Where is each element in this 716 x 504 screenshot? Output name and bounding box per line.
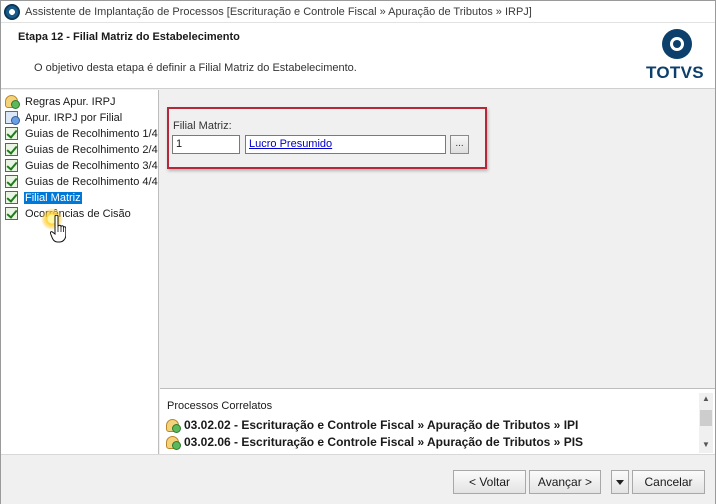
window-title: Assistente de Implantação de Processos [… (25, 5, 532, 18)
wizard-window: Assistente de Implantação de Processos [… (0, 0, 716, 504)
checkbox-checked-icon (5, 143, 18, 156)
scroll-up-icon[interactable]: ▲ (699, 393, 713, 405)
process-check-icon (166, 418, 181, 433)
totvs-logo-text: TOTVS (646, 63, 704, 82)
related-process-text: 03.02.02 - Escrituração e Controle Fisca… (184, 418, 579, 432)
tree-item-label: Guias de Recolhimento 2/4 (25, 143, 158, 156)
scroll-thumb[interactable] (700, 410, 712, 426)
app-icon (4, 3, 20, 20)
chevron-down-icon (616, 480, 624, 486)
next-button[interactable]: Avançar > (529, 470, 601, 494)
totvs-logo-mark-icon (662, 29, 692, 59)
person-check-icon (5, 95, 20, 109)
related-process-item[interactable]: 03.02.02 - Escrituração e Controle Fisca… (166, 417, 578, 433)
tree-item-apur-irpj-por-filial[interactable]: Apur. IRPJ por Filial (5, 110, 123, 125)
hand-cursor-icon (41, 208, 75, 248)
tree-item-label: Guias de Recolhimento 3/4 (25, 159, 158, 172)
lookup-button[interactable]: ... (450, 135, 469, 154)
tree-item-label: Regras Apur. IRPJ (25, 95, 116, 108)
back-button[interactable]: < Voltar (453, 470, 526, 494)
step-title: Etapa 12 - Filial Matriz do Estabelecime… (18, 31, 240, 43)
step-header: Etapa 12 - Filial Matriz do Estabelecime… (1, 23, 715, 89)
checkbox-checked-icon (5, 159, 18, 172)
related-process-text: 03.02.06 - Escrituração e Controle Fisca… (184, 435, 584, 449)
wizard-footer: < Voltar Avançar > Cancelar (1, 454, 715, 504)
checkbox-checked-icon (5, 175, 18, 188)
tree-item-guias-2[interactable]: Guias de Recolhimento 2/4 (5, 142, 159, 157)
checkbox-checked-icon (5, 127, 18, 140)
process-check-icon (166, 435, 181, 450)
title-bar: Assistente de Implantação de Processos [… (1, 1, 715, 23)
tree-item-regras-apur-irpj[interactable]: Regras Apur. IRPJ (5, 94, 117, 109)
filial-name-field[interactable]: Lucro Presumido (245, 135, 446, 154)
step-form-area: Filial Matriz: 1 Lucro Presumido ... (160, 90, 715, 388)
tree-item-guias-1[interactable]: Guias de Recolhimento 1/4 (5, 126, 159, 141)
related-processes-panel: Processos Correlatos 03.02.02 - Escritur… (160, 388, 715, 454)
related-scrollbar[interactable]: ▲ ▼ (699, 393, 713, 453)
document-person-icon (5, 111, 20, 125)
options-dropdown-button[interactable] (611, 470, 629, 494)
tree-item-label: Guias de Recolhimento 1/4 (25, 127, 158, 140)
cancel-button[interactable]: Cancelar (632, 470, 705, 494)
related-process-item[interactable]: 03.02.06 - Escrituração e Controle Fisca… (166, 434, 583, 450)
related-processes-title: Processos Correlatos (167, 400, 273, 412)
tree-item-label: Apur. IRPJ por Filial (25, 111, 123, 124)
tree-item-guias-4[interactable]: Guias de Recolhimento 4/4 (5, 174, 159, 189)
filial-matriz-label: Filial Matriz: (173, 120, 232, 132)
tree-item-guias-3[interactable]: Guias de Recolhimento 3/4 (5, 158, 159, 173)
filial-code-input[interactable]: 1 (172, 135, 240, 154)
tree-item-label: Filial Matriz (24, 191, 82, 204)
scroll-down-icon[interactable]: ▼ (699, 439, 713, 451)
pointer-hand-icon (50, 215, 66, 243)
step-description: O objetivo desta etapa é definir a Filia… (34, 62, 357, 74)
tree-item-label: Guias de Recolhimento 4/4 (25, 175, 158, 188)
checkbox-checked-icon (5, 191, 18, 204)
steps-tree: Regras Apur. IRPJ Apur. IRPJ por Filial … (1, 90, 159, 454)
checkbox-checked-icon (5, 207, 18, 220)
filial-matriz-group: Filial Matriz: 1 Lucro Presumido ... (167, 107, 487, 169)
totvs-logo: TOTVS (645, 29, 709, 83)
tree-item-filial-matriz[interactable]: Filial Matriz (5, 190, 82, 205)
